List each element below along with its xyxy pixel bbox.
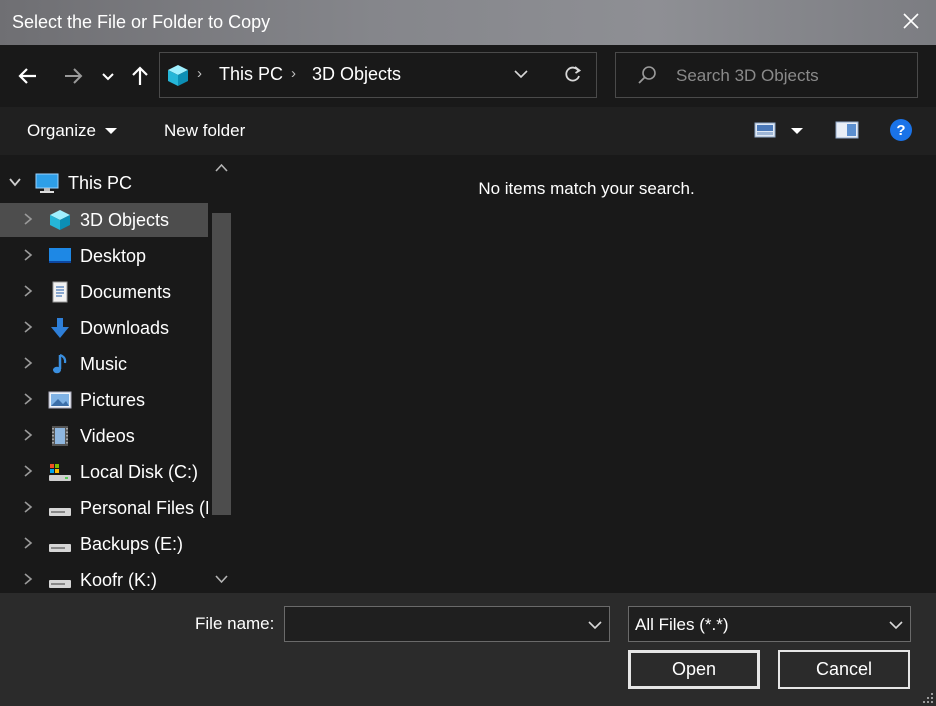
sidebar-item-label: Music [80,354,128,374]
organize-menu-button[interactable]: Organize [27,121,96,141]
resize-grip-icon[interactable] [922,692,934,704]
collapsed-chevron-icon[interactable] [21,356,35,370]
svg-text:?: ? [896,122,905,139]
sidebar-item-documents[interactable]: Documents [0,275,208,309]
navigation-pane-scrollbar[interactable] [208,155,235,593]
3d-objects-icon [50,210,70,230]
forward-arrow-icon[interactable] [61,64,85,88]
organize-chevron-icon[interactable] [104,126,118,136]
file-name-label: File name: [195,614,275,633]
scroll-up-chevron-icon[interactable] [214,161,229,176]
3d-objects-icon [168,65,188,86]
sidebar-item-local-disk-c[interactable]: Local Disk (C:) [0,455,208,489]
collapsed-chevron-icon[interactable] [21,536,35,550]
file-list-area[interactable]: No items match your search. [237,155,936,593]
sidebar-item-personal-files-d[interactable]: Personal Files (D [0,491,218,525]
sidebar-item-label: Downloads [80,318,170,338]
navigation-pane: This PC 3D Objects Desktop Documents Dow… [0,155,237,593]
sidebar-item-label: Pictures [80,390,146,410]
change-view-icon[interactable] [754,121,776,139]
search-box[interactable]: Search 3D Objects [615,52,918,98]
expanded-chevron-icon[interactable] [8,175,22,189]
sidebar-item-koofr-k[interactable]: Koofr (K:) [0,563,208,593]
sidebar-item-label: Desktop [80,246,147,266]
documents-icon [52,281,68,303]
collapsed-chevron-icon[interactable] [21,212,35,226]
search-placeholder: Search 3D Objects [676,66,819,85]
sidebar-item-label: Backups (E:) [80,534,184,554]
sidebar-item-label: This PC [68,173,133,193]
back-arrow-icon[interactable] [16,64,40,88]
sidebar-item-label: Videos [80,426,135,446]
collapsed-chevron-icon[interactable] [21,248,35,262]
videos-icon [52,426,68,446]
refresh-icon[interactable] [562,63,584,85]
sidebar-item-desktop[interactable]: Desktop [0,239,208,273]
pc-icon [35,173,59,193]
sidebar-item-backups-e[interactable]: Backups (E:) [0,527,208,561]
downloads-icon [51,318,69,338]
up-arrow-icon[interactable] [128,64,152,88]
sidebar-item-label: Documents [80,282,172,302]
close-icon[interactable] [900,10,922,32]
collapsed-chevron-icon[interactable] [21,428,35,442]
music-icon [53,353,67,374]
sidebar-item-videos[interactable]: Videos [0,419,208,453]
sidebar-item-3d-objects[interactable]: 3D Objects [0,203,208,237]
sidebar-item-label: Koofr (K:) [80,570,158,590]
drive-icon [49,580,71,588]
sidebar-item-label: 3D Objects [80,210,170,230]
sidebar-item-downloads[interactable]: Downloads [0,311,208,345]
window-title: Select the File or Folder to Copy [12,12,271,32]
sidebar-item-music[interactable]: Music [0,347,208,381]
sidebar-item-label: Local Disk (C:) [80,462,199,482]
collapsed-chevron-icon[interactable] [21,284,35,298]
view-options-chevron-icon[interactable] [790,126,804,136]
cancel-button[interactable]: Cancel [778,650,910,689]
breadcrumb-this-pc[interactable]: This PC [219,64,283,85]
dialog-footer: File name: All Files (*.*) Open Cancel [0,593,936,706]
search-icon [638,66,656,84]
sidebar-item-this-pc[interactable]: This PC [0,166,208,200]
collapsed-chevron-icon[interactable] [21,500,35,514]
address-history-chevron-icon[interactable] [512,65,530,83]
collapsed-chevron-icon[interactable] [21,392,35,406]
desktop-icon [49,248,71,263]
drive-icon [49,544,71,552]
title-bar: Select the File or Folder to Copy [0,0,936,45]
breadcrumb-separator-icon: › [291,65,296,82]
breadcrumb-separator-icon: › [197,65,202,82]
file-type-select[interactable]: All Files (*.*) [628,606,911,642]
preview-pane-icon[interactable] [835,121,859,139]
recent-locations-chevron-icon[interactable] [99,64,117,88]
scrollbar-thumb[interactable] [212,213,231,515]
scroll-down-chevron-icon[interactable] [214,571,229,586]
file-name-dropdown-chevron-icon[interactable] [587,618,603,632]
address-bar[interactable]: › This PC › 3D Objects [159,52,597,98]
empty-results-message: No items match your search. [478,179,695,198]
help-icon[interactable]: ? [889,118,913,142]
new-folder-button[interactable]: New folder [164,121,245,141]
collapsed-chevron-icon[interactable] [21,464,35,478]
collapsed-chevron-icon[interactable] [21,320,35,334]
sidebar-item-label: Personal Files (D [80,498,219,518]
organize-label: Organize [27,121,96,140]
pictures-icon [48,391,72,409]
open-button[interactable]: Open [628,650,760,689]
file-type-dropdown-chevron-icon[interactable] [888,618,904,632]
sidebar-item-pictures[interactable]: Pictures [0,383,208,417]
file-name-field[interactable] [284,606,610,642]
file-type-value: All Files (*.*) [635,615,729,634]
collapsed-chevron-icon[interactable] [21,572,35,586]
drive-icon [49,508,71,516]
local-disk-icon [49,464,71,481]
command-toolbar: Organize New folder ? [0,107,936,155]
breadcrumb-3d-objects[interactable]: 3D Objects [312,64,401,85]
